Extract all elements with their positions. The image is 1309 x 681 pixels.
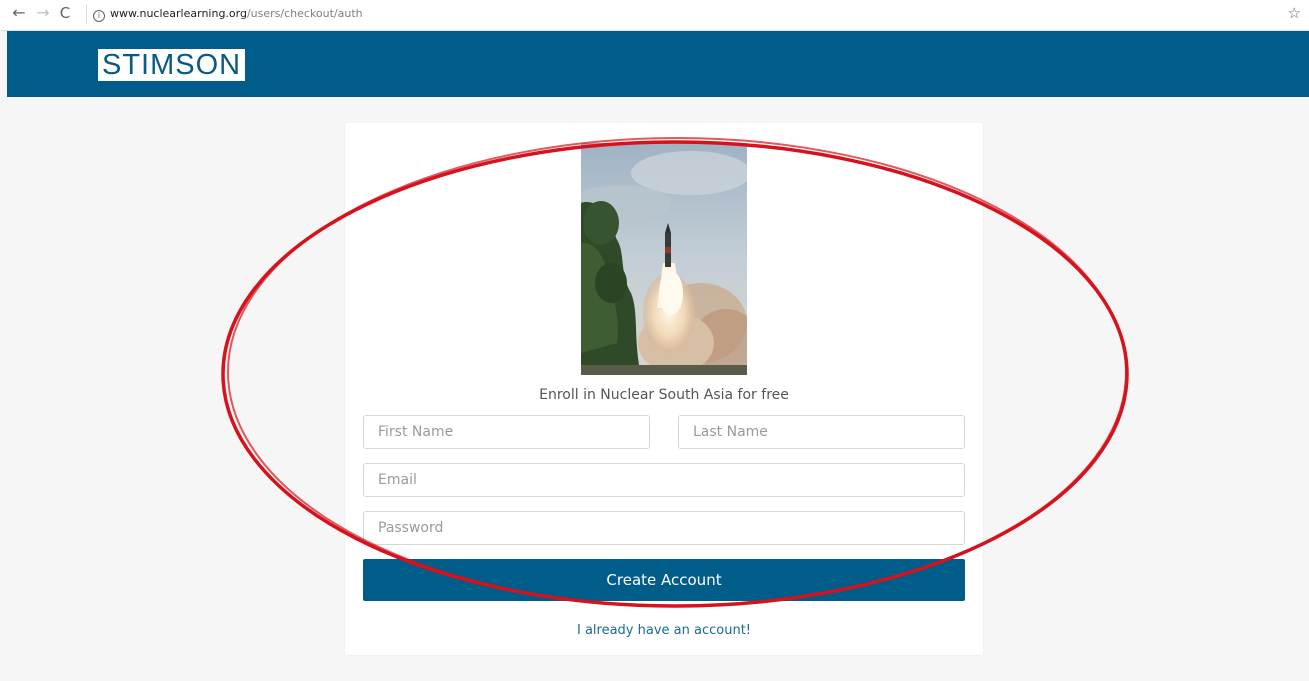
- email-input[interactable]: [363, 463, 965, 497]
- reload-icon[interactable]: C: [56, 4, 74, 22]
- enroll-heading: Enroll in Nuclear South Asia for free: [539, 387, 789, 403]
- browser-toolbar: ← → C i www.nuclearlearning.org/users/che…: [0, 0, 1309, 31]
- url-host: www.nuclearlearning.org: [110, 7, 247, 20]
- first-name-input[interactable]: [363, 415, 650, 449]
- existing-account-link[interactable]: I already have an account!: [345, 623, 983, 638]
- forward-arrow-icon[interactable]: →: [34, 4, 52, 22]
- url-path: /users/checkout/auth: [246, 7, 363, 20]
- address-bar[interactable]: i www.nuclearlearning.org/users/checkout/…: [86, 4, 1276, 24]
- info-icon[interactable]: i: [93, 10, 105, 22]
- course-image: [581, 143, 747, 375]
- bookmark-star-icon[interactable]: ☆: [1288, 4, 1301, 22]
- site-header: STIMSON: [7, 31, 1309, 97]
- last-name-input[interactable]: [678, 415, 965, 449]
- password-input[interactable]: [363, 511, 965, 545]
- stimson-logo[interactable]: STIMSON: [98, 49, 246, 81]
- missile-launch-image: [581, 143, 747, 375]
- create-account-button[interactable]: Create Account: [363, 559, 965, 601]
- enroll-card: Enroll in Nuclear South Asia for free Cr…: [345, 123, 983, 655]
- back-arrow-icon[interactable]: ←: [10, 4, 28, 22]
